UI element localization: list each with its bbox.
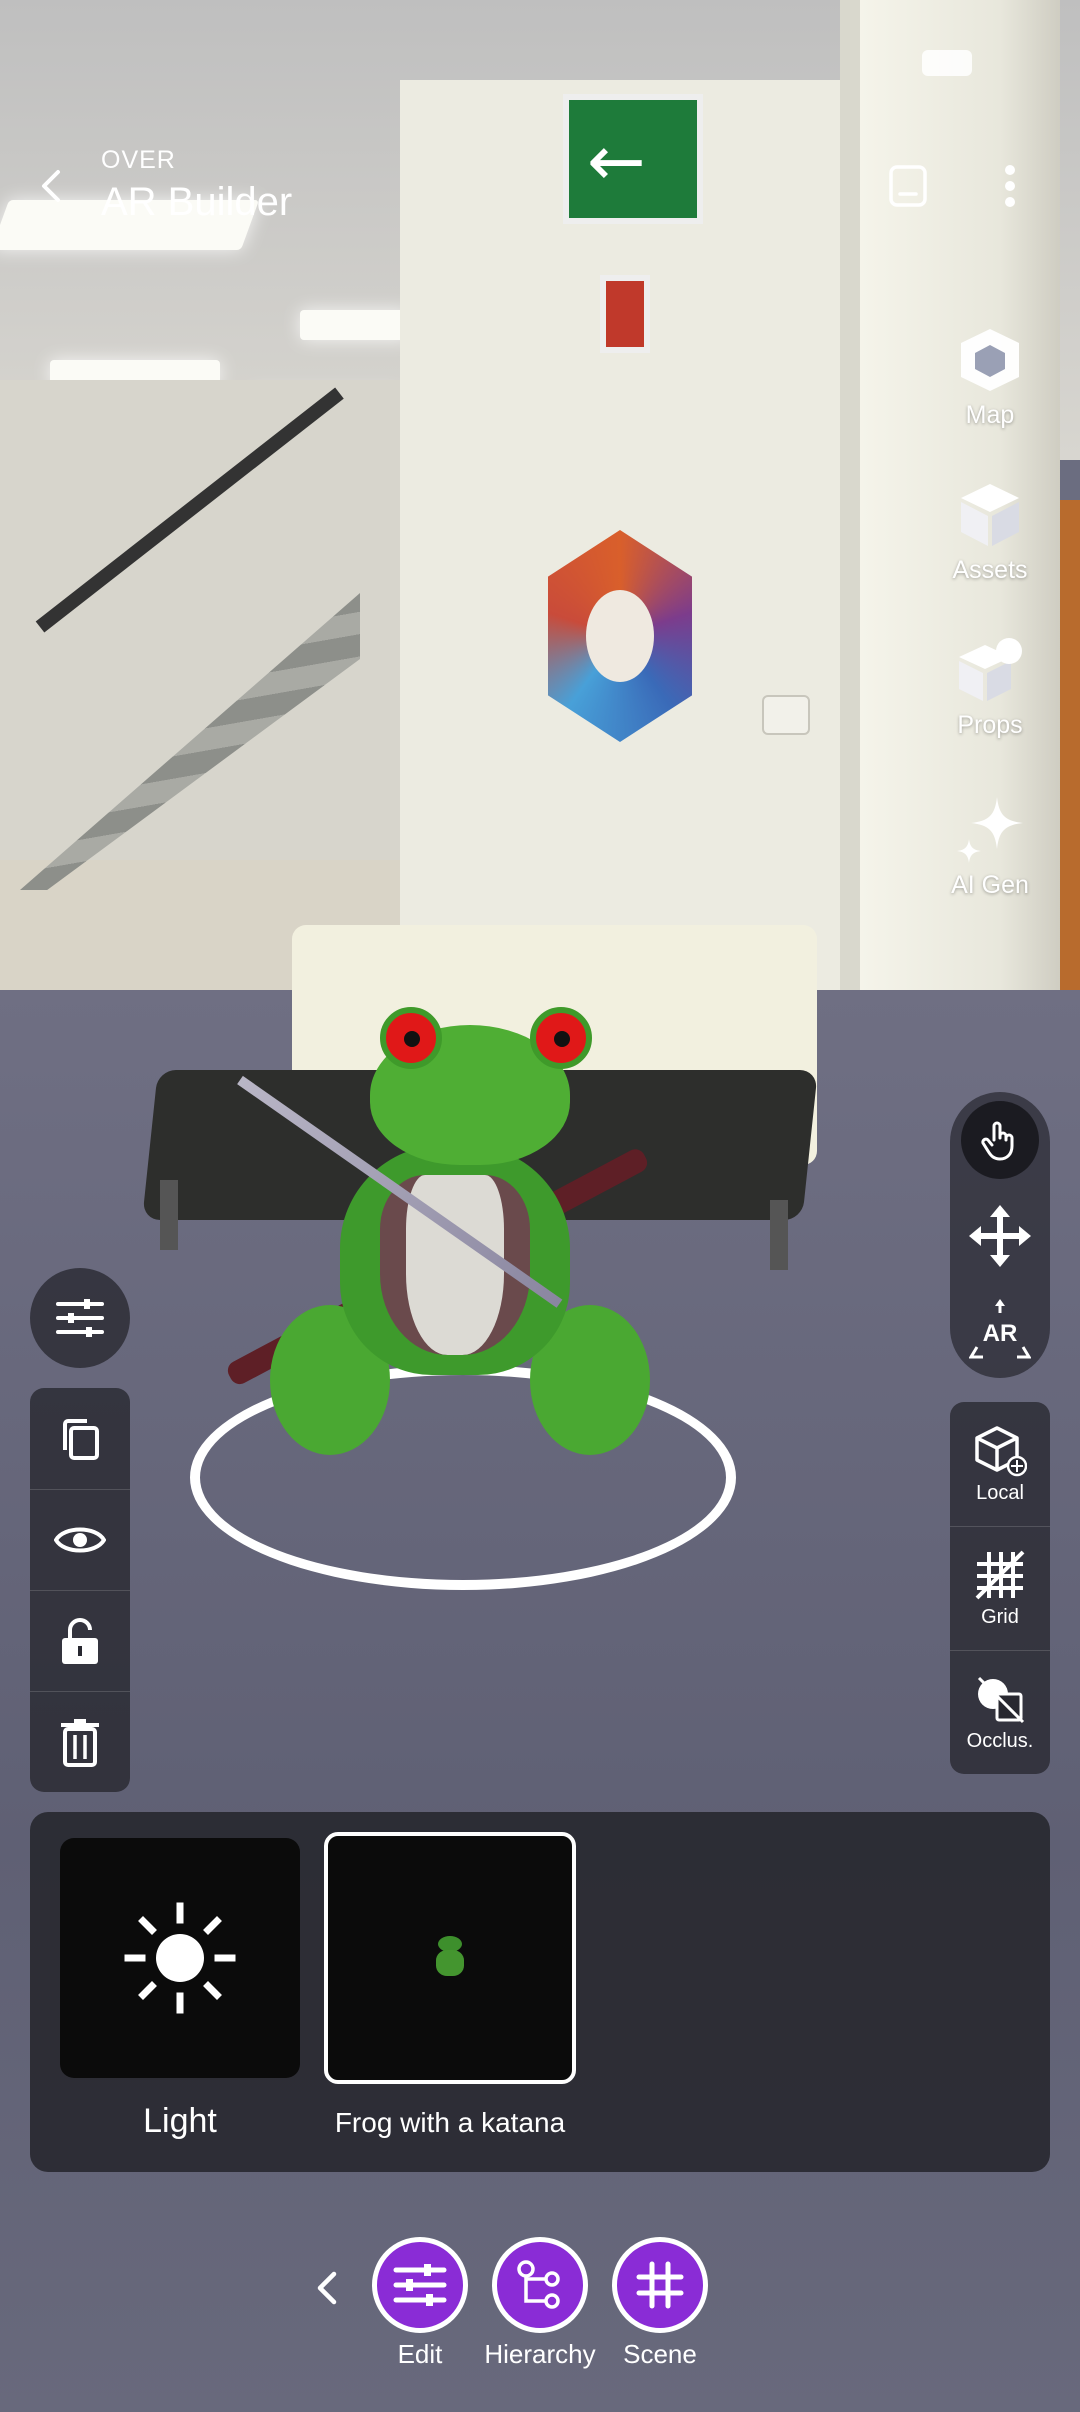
props-button[interactable]: Props <box>915 635 1065 740</box>
occlusion-label: Occlus. <box>966 1730 1034 1752</box>
move-tool-button[interactable] <box>950 1188 1050 1284</box>
hierarchy-panel: Light Frog with a katana <box>30 1812 1050 2172</box>
bench-leg <box>770 1200 788 1270</box>
kebab-menu-icon <box>1005 165 1015 207</box>
ar-placement-button[interactable]: AR <box>950 1282 1050 1378</box>
ai-gen-button[interactable]: AI Gen <box>915 795 1065 900</box>
save-button[interactable] <box>888 164 928 208</box>
assets-label: Assets <box>952 556 1028 584</box>
local-toggle[interactable]: Local <box>950 1402 1050 1526</box>
object-settings-button[interactable] <box>30 1268 130 1368</box>
exit-sign <box>563 94 703 224</box>
extinguisher-sign <box>600 275 650 353</box>
props-label: Props <box>957 711 1023 739</box>
ar-placement-icon: AR <box>969 1299 1031 1359</box>
trash-icon <box>61 1719 99 1767</box>
document-icon <box>889 165 927 207</box>
back-button[interactable] <box>34 168 70 204</box>
hierarchy-item-label: Frog with a katana <box>334 2107 566 2138</box>
grid-icon <box>975 1550 1025 1600</box>
bench-leg <box>160 1180 178 1250</box>
nav-back-button[interactable] <box>308 2266 344 2310</box>
map-label: Map <box>965 401 1015 429</box>
hierarchy-item-light[interactable] <box>60 1838 300 2078</box>
hierarchy-item-frog[interactable] <box>324 1832 576 2084</box>
thermostat <box>762 695 810 735</box>
chevron-left-icon <box>317 2271 337 2305</box>
duplicate-icon <box>63 1418 99 1460</box>
chevron-left-icon <box>42 170 60 202</box>
hand-pointer-icon <box>981 1121 1014 1161</box>
map-button[interactable]: Map <box>915 325 1065 430</box>
sparkle-icon <box>955 795 1025 865</box>
manipulation-toolbar: AR <box>950 1092 1050 1378</box>
move-arrows-icon <box>969 1205 1031 1267</box>
eye-icon <box>54 1527 106 1553</box>
app-overline: OVER <box>101 146 176 174</box>
sun-icon <box>124 1902 236 2014</box>
delete-button[interactable] <box>30 1691 130 1792</box>
ar-label: AR <box>983 1320 1018 1347</box>
props-icon <box>955 635 1025 705</box>
lock-button[interactable] <box>30 1590 130 1691</box>
frog-3d-model[interactable] <box>224 1007 690 1495</box>
local-label: Local <box>976 1481 1024 1504</box>
sliders-icon <box>56 1299 104 1337</box>
occlusion-icon <box>977 1676 1025 1724</box>
hash-grid-icon <box>636 2261 684 2309</box>
ai-gen-label: AI Gen <box>951 871 1029 899</box>
cube-icon <box>955 480 1025 550</box>
assets-button[interactable]: Assets <box>915 480 1065 585</box>
duplicate-button[interactable] <box>30 1388 130 1489</box>
grid-label: Grid <box>981 1606 1019 1628</box>
scene-tab[interactable]: Scene <box>610 2237 710 2370</box>
tree-icon <box>517 2260 560 2309</box>
visibility-button[interactable] <box>30 1489 130 1590</box>
view-toggles: Local Grid Occlus. <box>950 1402 1050 1774</box>
scene-tab-label: Scene <box>623 2339 697 2369</box>
local-cube-icon <box>975 1425 1027 1476</box>
object-actions-toolbar <box>30 1388 130 1792</box>
unlock-icon <box>62 1618 98 1664</box>
grid-toggle[interactable]: Grid <box>950 1526 1050 1650</box>
occlusion-toggle[interactable]: Occlus. <box>950 1650 1050 1774</box>
hierarchy-item-label: Light <box>143 2102 217 2140</box>
more-options-button[interactable] <box>996 160 1024 212</box>
frog-eye <box>380 1007 442 1069</box>
map-icon <box>955 325 1025 395</box>
frog-thumbnail <box>430 1936 470 1980</box>
page-title: AR Builder <box>101 180 293 224</box>
sliders-icon <box>393 2264 447 2306</box>
battery-icon <box>922 50 972 76</box>
frog-eye <box>530 1007 592 1069</box>
ceiling-light <box>300 310 410 340</box>
hand-tool-button[interactable] <box>950 1092 1050 1188</box>
